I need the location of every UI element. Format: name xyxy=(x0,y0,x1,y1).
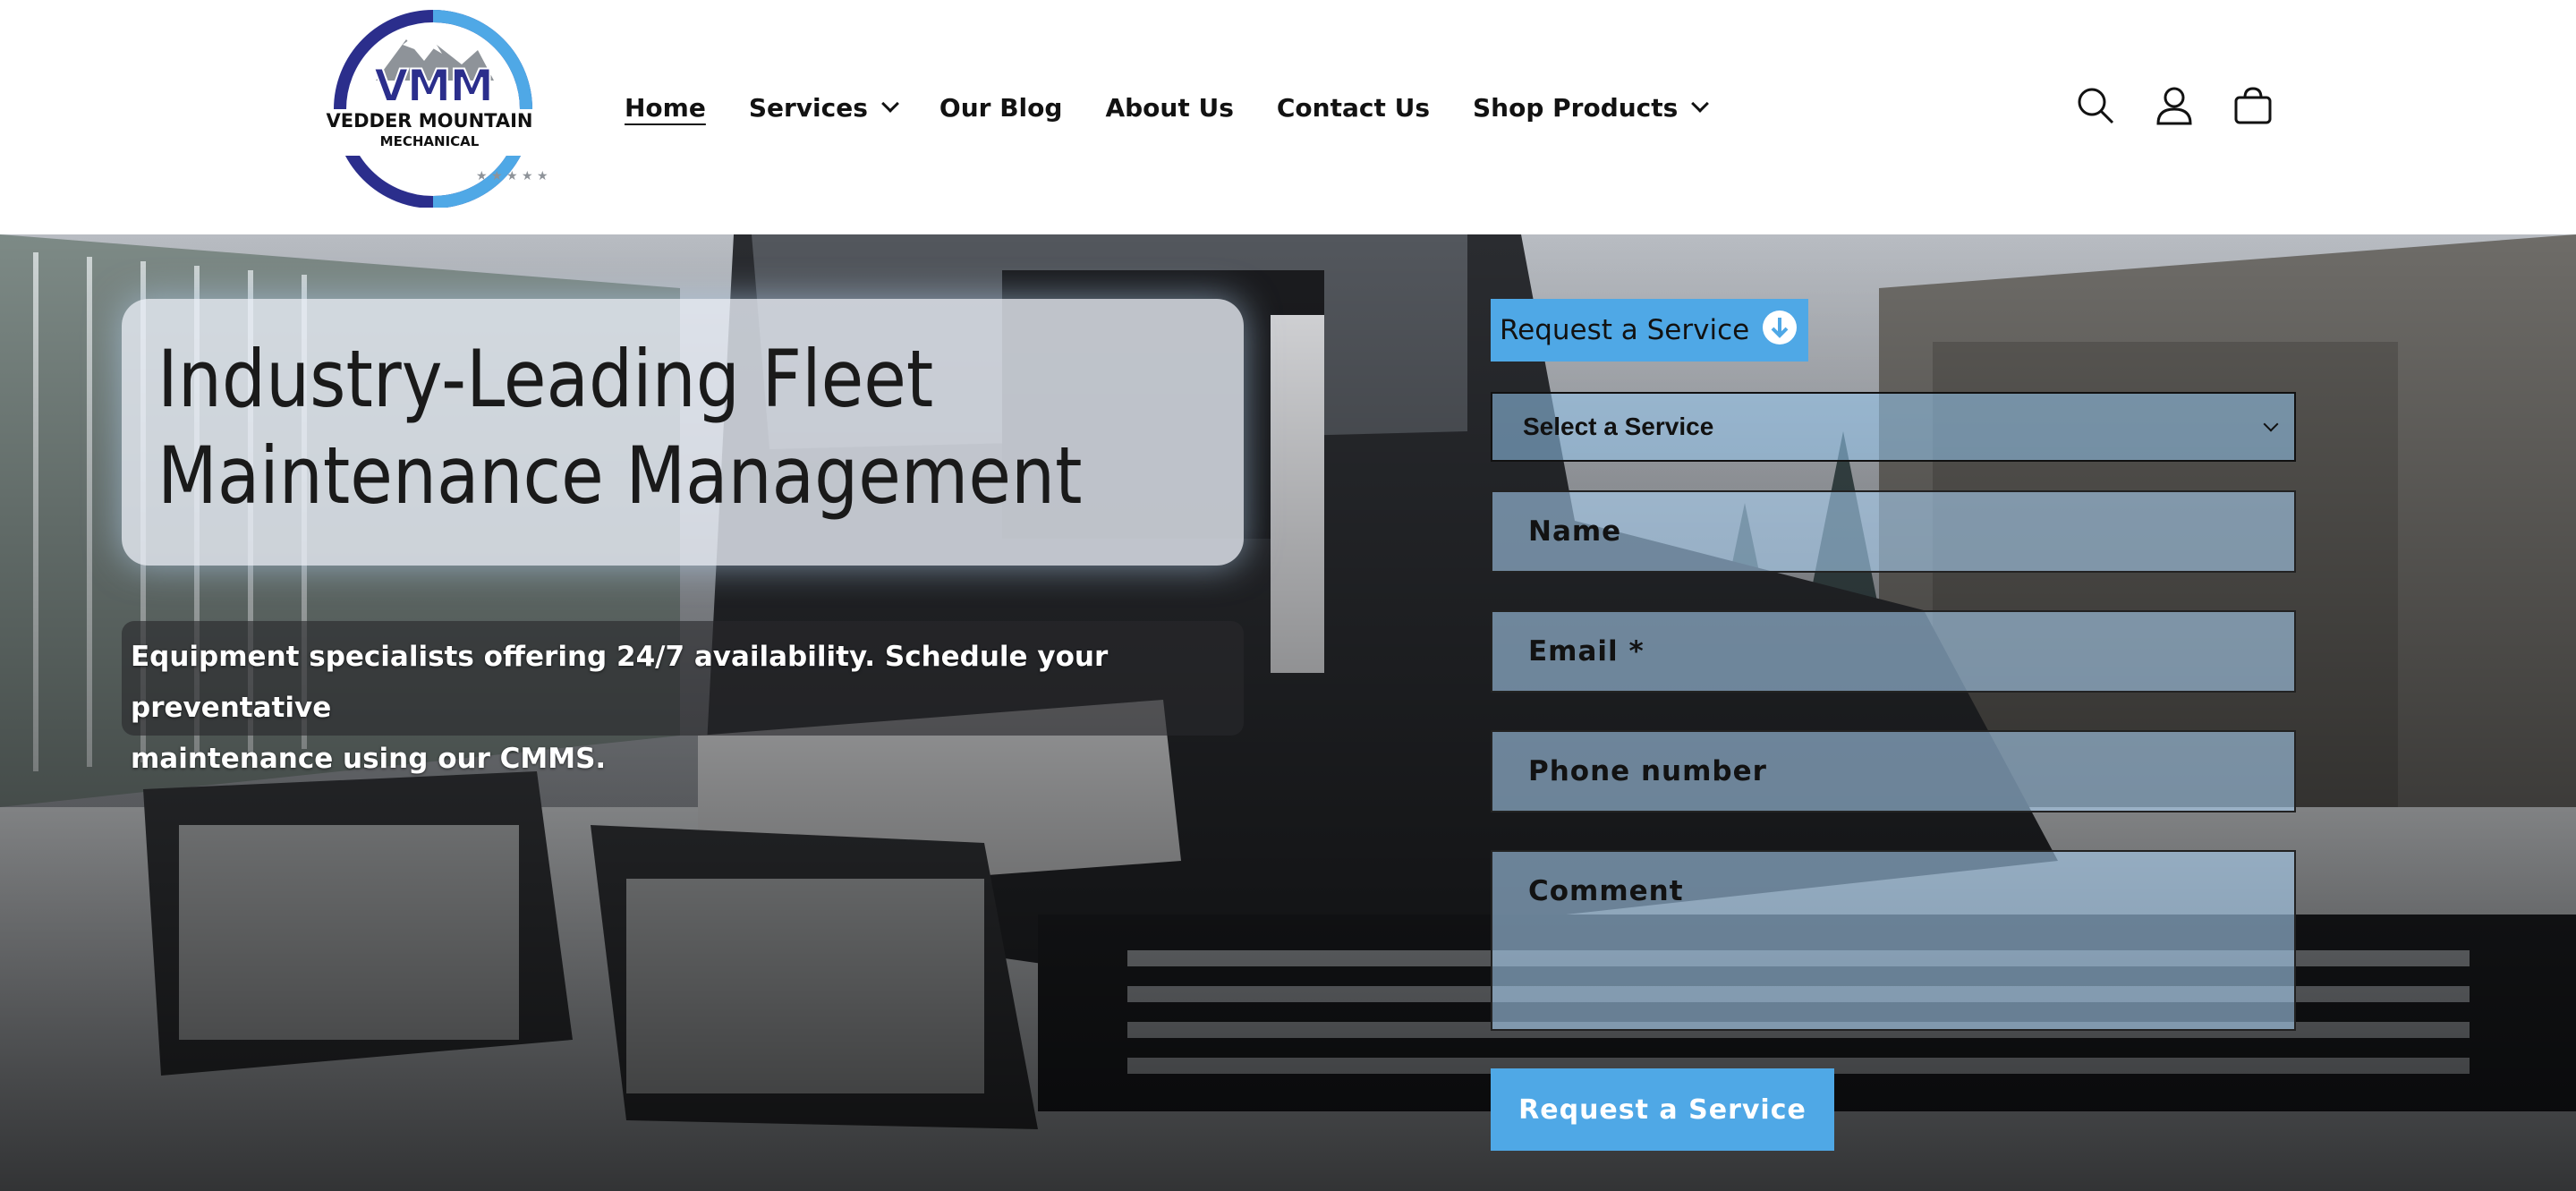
service-select-value: Select a Service xyxy=(1523,413,1714,440)
service-select[interactable]: Select a Service xyxy=(1491,392,2296,462)
cart-button[interactable] xyxy=(2230,82,2276,129)
hero-section: Industry-Leading Fleet Maintenance Manag… xyxy=(0,234,2576,1191)
download-arrow-icon xyxy=(1763,311,1798,345)
nav-shop-products[interactable]: Shop Products xyxy=(1473,92,1710,123)
cart-icon xyxy=(2234,87,2272,124)
name-field-placeholder: Name xyxy=(1528,515,1622,548)
hero-subtitle-line2: maintenance using our CMMS. xyxy=(131,743,607,775)
hero-title-card: Industry-Leading Fleet Maintenance Manag… xyxy=(122,299,1244,566)
search-button[interactable] xyxy=(2072,82,2119,129)
request-service-heading-text: Request a Service xyxy=(1500,314,1750,346)
hero-title: Industry-Leading Fleet Maintenance Manag… xyxy=(157,331,1082,524)
logo-text-name: VEDDER MOUNTAIN xyxy=(326,110,533,132)
nav-contact-us[interactable]: Contact Us xyxy=(1277,93,1430,123)
account-button[interactable] xyxy=(2151,82,2198,129)
site-header: ★ ★ ★ ★ ★ VMM VEDDER MOUNTAIN MECHANICAL… xyxy=(0,0,2576,234)
nav-services-label: Services xyxy=(748,92,868,123)
hero-subtitle-line1: Equipment specialists offering 24/7 avai… xyxy=(131,641,1109,724)
phone-field[interactable]: Phone number xyxy=(1491,730,2296,812)
chevron-down-icon xyxy=(881,95,899,113)
main-nav: Home Services Our Blog About Us Contact … xyxy=(625,86,1749,129)
nav-shop-products-label: Shop Products xyxy=(1473,92,1679,123)
email-field[interactable]: Email * xyxy=(1491,610,2296,693)
nav-our-blog[interactable]: Our Blog xyxy=(939,93,1063,123)
logo-text-sub: MECHANICAL xyxy=(379,133,480,149)
header-actions xyxy=(2072,82,2308,129)
nav-contact-us-label: Contact Us xyxy=(1276,92,1430,123)
email-field-placeholder: Email * xyxy=(1528,635,1645,668)
name-field[interactable]: Name xyxy=(1491,490,2296,573)
request-service-button-label: Request a Service xyxy=(1518,1093,1807,1126)
account-icon xyxy=(2156,87,2192,125)
chevron-down-icon xyxy=(2263,416,2279,432)
logo-text-vmm: VMM xyxy=(373,60,495,112)
hero-title-line2: Maintenance Management xyxy=(157,430,1083,522)
nav-about-us[interactable]: About Us xyxy=(1105,93,1233,123)
nav-our-blog-label: Our Blog xyxy=(939,92,1063,123)
request-service-button[interactable]: Request a Service xyxy=(1491,1068,1834,1151)
comment-field-placeholder: Comment xyxy=(1528,875,1684,907)
hero-title-line1: Industry-Leading Fleet xyxy=(157,333,934,425)
nav-home-label: Home xyxy=(625,92,706,123)
comment-field[interactable]: Comment xyxy=(1491,850,2296,1031)
nav-about-us-label: About Us xyxy=(1105,92,1234,123)
nav-services[interactable]: Services xyxy=(748,92,899,123)
phone-field-placeholder: Phone number xyxy=(1528,755,1767,787)
request-service-heading: Request a Service xyxy=(1491,299,1809,362)
svg-text:★ ★ ★ ★ ★: ★ ★ ★ ★ ★ xyxy=(476,169,548,183)
chevron-down-icon xyxy=(1691,95,1710,113)
site-logo[interactable]: ★ ★ ★ ★ ★ VMM VEDDER MOUNTAIN MECHANICAL xyxy=(302,9,557,208)
hero-subtitle: Equipment specialists offering 24/7 avai… xyxy=(122,621,1244,775)
search-icon xyxy=(2078,88,2114,124)
nav-home[interactable]: Home xyxy=(625,93,706,123)
